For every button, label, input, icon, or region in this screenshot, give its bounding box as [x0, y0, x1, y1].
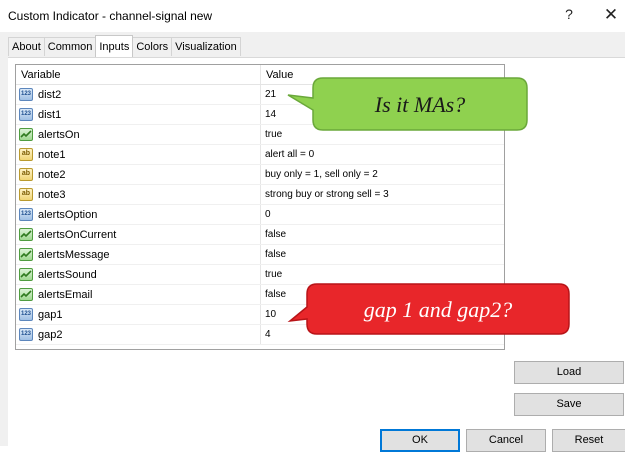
boolean-type-icon — [19, 228, 33, 241]
green-callout-text: Is it MAs? — [374, 92, 465, 117]
variable-name: alertsOn — [38, 129, 80, 141]
variable-value[interactable]: strong buy or strong sell = 3 — [265, 189, 389, 200]
table-row[interactable]: ab note3 strong buy or strong sell = 3 — [16, 185, 504, 205]
variable-value[interactable]: 14 — [265, 109, 276, 120]
help-button[interactable]: ? — [561, 6, 577, 24]
variable-name: alertsOption — [38, 209, 98, 221]
variable-value[interactable]: false — [265, 249, 286, 260]
value-cell[interactable]: buy only = 1, sell only = 2 — [261, 165, 504, 184]
variable-cell: 123 dist1 — [16, 105, 261, 124]
tab-colors[interactable]: Colors — [132, 37, 173, 56]
variable-cell: 123 gap2 — [16, 325, 261, 344]
variable-cell: alertsOnCurrent — [16, 225, 261, 244]
table-row[interactable]: ab note2 buy only = 1, sell only = 2 — [16, 165, 504, 185]
value-cell[interactable]: strong buy or strong sell = 3 — [261, 185, 504, 204]
value-cell[interactable]: false — [261, 225, 504, 244]
variable-name: alertsEmail — [38, 289, 93, 301]
red-callout-text: gap 1 and gap2? — [364, 297, 513, 322]
variable-value[interactable]: 21 — [265, 89, 276, 100]
boolean-type-icon — [19, 248, 33, 261]
cancel-button[interactable]: Cancel — [466, 429, 546, 452]
save-button[interactable]: Save — [514, 393, 624, 416]
ok-button[interactable]: OK — [380, 429, 460, 452]
boolean-type-icon — [19, 268, 33, 281]
variable-cell: 123 alertsOption — [16, 205, 261, 224]
variable-name: dist1 — [38, 109, 62, 121]
string-type-icon: ab — [19, 148, 33, 161]
boolean-type-icon — [19, 288, 33, 301]
variable-value[interactable]: true — [265, 269, 282, 280]
boolean-type-icon — [19, 128, 33, 141]
window-title: Custom Indicator - channel-signal new — [8, 9, 213, 23]
value-cell[interactable]: alert all = 0 — [261, 145, 504, 164]
integer-type-icon: 123 — [19, 328, 33, 341]
integer-type-icon: 123 — [19, 88, 33, 101]
tab-strip: About Common Inputs Colors Visualization — [8, 35, 241, 57]
variable-value[interactable]: 4 — [265, 329, 271, 340]
variable-cell: ab note1 — [16, 145, 261, 164]
tab-about[interactable]: About — [8, 37, 45, 56]
string-type-icon: ab — [19, 188, 33, 201]
string-type-icon: ab — [19, 168, 33, 181]
reset-button[interactable]: Reset — [552, 429, 625, 452]
tab-visualization[interactable]: Visualization — [171, 37, 241, 56]
variable-value[interactable]: 10 — [265, 309, 276, 320]
integer-type-icon: 123 — [19, 108, 33, 121]
value-cell[interactable]: false — [261, 245, 504, 264]
variable-cell: alertsEmail — [16, 285, 261, 304]
variable-value[interactable]: false — [265, 289, 286, 300]
variable-cell: ab note2 — [16, 165, 261, 184]
table-row[interactable]: alertsMessage false — [16, 245, 504, 265]
table-row[interactable]: alertsOnCurrent false — [16, 225, 504, 245]
variable-name: dist2 — [38, 89, 62, 101]
variable-value[interactable]: 0 — [265, 209, 271, 220]
variable-cell: 123 gap1 — [16, 305, 261, 324]
red-callout: gap 1 and gap2? — [287, 283, 570, 335]
value-cell[interactable]: 0 — [261, 205, 504, 224]
green-callout: Is it MAs? — [287, 77, 528, 131]
variable-name: alertsMessage — [38, 249, 110, 261]
variable-value[interactable]: true — [265, 129, 282, 140]
tab-inputs[interactable]: Inputs — [95, 35, 134, 57]
table-row[interactable]: ab note1 alert all = 0 — [16, 145, 504, 165]
variable-name: alertsOnCurrent — [38, 229, 117, 241]
tab-common[interactable]: Common — [43, 37, 97, 56]
close-button[interactable]: ✕ — [603, 5, 619, 24]
title-bar: Custom Indicator - channel-signal new ? … — [0, 0, 625, 32]
variable-value[interactable]: alert all = 0 — [265, 149, 314, 160]
variable-name: note3 — [38, 189, 66, 201]
variable-name: gap2 — [38, 329, 63, 341]
variable-name: note1 — [38, 149, 66, 161]
variable-cell: ab note3 — [16, 185, 261, 204]
variable-cell: 123 dist2 — [16, 85, 261, 104]
table-row[interactable]: 123 alertsOption 0 — [16, 205, 504, 225]
header-variable: Variable — [21, 69, 61, 81]
variable-name: note2 — [38, 169, 66, 181]
load-button[interactable]: Load — [514, 361, 624, 384]
variable-cell: alertsMessage — [16, 245, 261, 264]
integer-type-icon: 123 — [19, 208, 33, 221]
integer-type-icon: 123 — [19, 308, 33, 321]
variable-cell: alertsSound — [16, 265, 261, 284]
variable-name: alertsSound — [38, 269, 97, 281]
variable-name: gap1 — [38, 309, 63, 321]
variable-cell: alertsOn — [16, 125, 261, 144]
variable-value[interactable]: false — [265, 229, 286, 240]
variable-value[interactable]: buy only = 1, sell only = 2 — [265, 169, 378, 180]
